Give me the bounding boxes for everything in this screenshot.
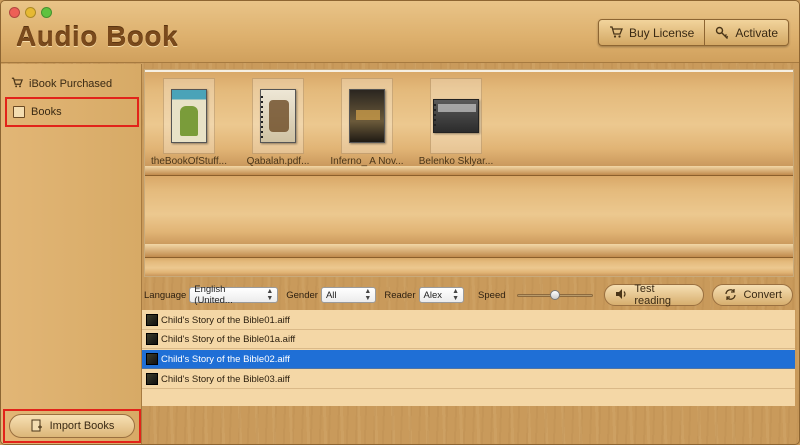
app-window: Audio Book Buy License Activate iBook Pu… [0,0,800,445]
buy-license-label: Buy License [628,25,695,40]
language-label: Language [144,289,187,301]
test-reading-button[interactable]: Test reading [603,283,705,307]
shelf-ledge-1 [145,166,793,176]
book-title: Qabalah.pdf... [246,156,310,167]
speed-label: Speed [478,289,506,301]
audio-file-icon [146,353,158,365]
window-controls [9,7,52,18]
audio-file-icon [146,373,158,385]
sidebar: iBook Purchased Books Import Books [1,64,142,444]
book-item[interactable] [341,78,393,154]
convert-button[interactable]: Convert [712,284,793,306]
list-item[interactable]: Child's Story of the Bible03.aiff [142,370,795,389]
import-books-label: Import Books [49,420,115,432]
license-button-group: Buy License Activate [597,19,789,46]
shelf-row-2 [145,176,793,246]
audio-file-icon [146,333,158,345]
convert-arrows-icon [723,288,737,302]
voice-controls: Language English (United... ▲ ▼ Gender Al… [142,281,799,309]
book-title: Belenko Sklyar... [418,156,494,167]
book-title: Inferno_ A Nov... [330,156,404,167]
bookshelf: theBookOfStuff... Qabalah.pdf... Inferno… [144,69,794,277]
cart-icon [11,77,24,91]
minimize-window-button[interactable] [25,7,36,18]
sidebar-item-books[interactable]: Books [5,97,139,127]
import-books-button[interactable]: Import Books [9,414,135,438]
shelf-ledge-2 [145,244,793,258]
language-value: English (United... [194,284,233,306]
list-item[interactable]: Child's Story of the Bible01.aiff [142,311,795,330]
book-title: theBookOfStuff... [151,156,227,167]
speed-slider[interactable] [516,287,593,303]
cart-icon [609,25,623,40]
gender-value: All [325,289,337,301]
book-icon [13,106,25,118]
reader-label: Reader [384,289,416,301]
book-item[interactable] [252,78,304,154]
title-bar: Audio Book Buy License Activate [1,1,799,63]
gender-select[interactable]: All ▲ ▼ [320,287,377,303]
zoom-window-button[interactable] [41,7,52,18]
key-icon [715,26,729,40]
updown-arrow-icon: ▲ ▼ [266,288,274,302]
file-name: Child's Story of the Bible01.aiff [161,314,290,326]
activate-label: Activate [735,25,778,40]
book-cover-icon [171,89,207,143]
updown-arrow-icon: ▲ ▼ [364,288,372,302]
file-name: Child's Story of the Bible03.aiff [161,373,290,385]
import-books-highlight: Import Books [3,409,141,443]
speaker-icon [615,288,629,302]
test-reading-label: Test reading [634,283,672,307]
activate-button[interactable]: Activate [704,20,788,45]
audio-file-icon [146,314,158,326]
book-cover-icon [349,89,385,143]
buy-license-button[interactable]: Buy License [599,20,704,45]
gender-label: Gender [286,289,318,301]
sidebar-item-ibook-purchased[interactable]: iBook Purchased [5,70,139,98]
convert-label: Convert [743,289,782,301]
file-name: Child's Story of the Bible02.aiff [161,353,290,365]
list-item-selected[interactable]: Child's Story of the Bible02.aiff [142,350,795,369]
book-cover-icon [433,99,479,133]
list-item[interactable]: Child's Story of the Bible01a.aiff [142,330,795,349]
speed-slider-knob[interactable] [549,290,560,300]
audio-file-list: Child's Story of the Bible01.aiff Child'… [142,310,795,406]
sidebar-item-label: Books [31,106,62,118]
book-item[interactable] [163,78,215,154]
app-title: Audio Book [16,21,179,52]
language-select[interactable]: English (United... ▲ ▼ [189,284,279,306]
reader-value: Alex [423,289,442,301]
file-name: Child's Story of the Bible01a.aiff [161,333,296,345]
book-cover-icon [260,89,296,143]
close-window-button[interactable] [9,7,20,18]
updown-arrow-icon: ▲ ▼ [452,288,460,302]
sidebar-item-label: iBook Purchased [29,78,113,90]
shelf-row-3 [145,258,793,276]
reader-select[interactable]: Alex ▲ ▼ [418,287,465,303]
import-book-icon [30,419,44,433]
book-item[interactable] [430,78,482,154]
